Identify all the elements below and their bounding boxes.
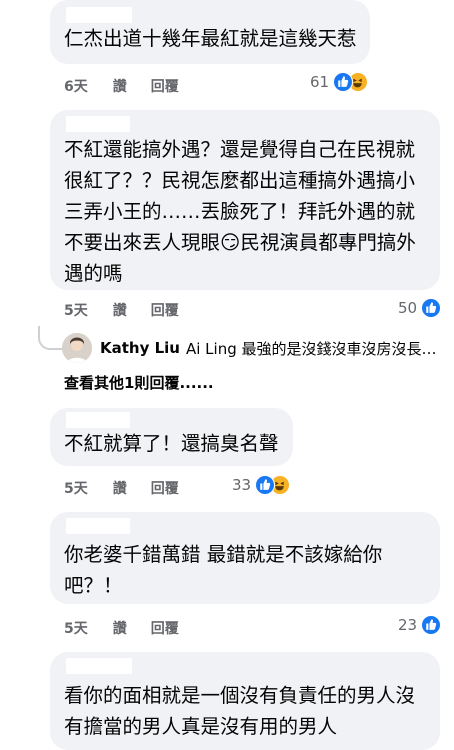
like-button[interactable]: 讚 <box>113 76 127 96</box>
comment-bubble: 你老婆千錯萬錯 最錯就是不該嫁給你 吧？！ <box>50 512 440 604</box>
redacted-author <box>66 7 132 23</box>
comment-time[interactable]: 5天 <box>64 618 88 638</box>
reaction-count: 33 <box>232 476 252 494</box>
reaction-summary[interactable]: 23 <box>398 615 442 635</box>
reply-preview[interactable]: Kathy Liu Ai Ling 最強的是沒錢沒車沒房沒長… <box>62 333 437 363</box>
comment-bubble: 不紅就算了！還搞臭名聲 <box>50 408 293 466</box>
comment-text: 看你的面相就是一個沒有負責任的男人沒 有擔當的男人真是沒有用的男人 <box>64 684 416 738</box>
comment-meta: 5天 讚 回覆 <box>64 618 179 638</box>
comment-meta: 5天 讚 回覆 <box>64 478 179 498</box>
comment-text: 不紅還能搞外遇？還是覺得自己在民視就 很紅了？？民視怎麼都出這種搞外遇搞小 三弄… <box>64 138 416 285</box>
redacted-author <box>66 518 130 534</box>
redacted-author <box>66 412 130 428</box>
comment-bubble: 看你的面相就是一個沒有負責任的男人沒 有擔當的男人真是沒有用的男人 <box>50 652 440 750</box>
comment-meta: 6天 讚 回覆 <box>64 76 179 96</box>
like-button[interactable]: 讚 <box>113 300 127 320</box>
reaction-count: 50 <box>398 299 418 317</box>
like-button[interactable]: 讚 <box>113 478 127 498</box>
comment-text: 你老婆千錯萬錯 最錯就是不該嫁給你 吧？！ <box>64 543 383 597</box>
reply-button[interactable]: 回覆 <box>151 76 179 96</box>
reply-button[interactable]: 回覆 <box>151 478 179 498</box>
view-more-replies-link[interactable]: 查看其他1則回覆...... <box>64 372 214 393</box>
reply-text: Ai Ling 最強的是沒錢沒車沒房沒長… <box>185 339 437 358</box>
like-reaction-icon <box>421 615 442 635</box>
reaction-summary[interactable]: 33 <box>232 475 291 495</box>
reaction-summary[interactable]: 50 <box>398 298 442 318</box>
redacted-author <box>66 116 130 132</box>
reply-author[interactable]: Kathy Liu <box>100 339 180 357</box>
comment-time[interactable]: 5天 <box>64 478 88 498</box>
comment-text: 不紅就算了！還搞臭名聲 <box>64 432 279 455</box>
reaction-count: 61 <box>310 73 330 91</box>
comment-time[interactable]: 6天 <box>64 76 88 96</box>
like-reaction-icon <box>421 298 442 318</box>
comment-bubble: 仁杰出道十幾年最紅就是這幾天惹 <box>50 0 370 64</box>
redacted-author <box>66 658 132 674</box>
reply-button[interactable]: 回覆 <box>151 618 179 638</box>
avatar[interactable] <box>62 333 92 363</box>
reply-button[interactable]: 回覆 <box>151 300 179 320</box>
like-reaction-icon <box>255 475 276 495</box>
comment-bubble: 不紅還能搞外遇？還是覺得自己在民視就 很紅了？？民視怎麼都出這種搞外遇搞小 三弄… <box>50 110 440 290</box>
reaction-summary[interactable]: 61 <box>310 72 369 92</box>
like-reaction-icon <box>333 72 354 92</box>
comment-meta: 5天 讚 回覆 <box>64 300 179 320</box>
comment-text: 仁杰出道十幾年最紅就是這幾天惹 <box>64 27 357 50</box>
comment-time[interactable]: 5天 <box>64 300 88 320</box>
like-button[interactable]: 讚 <box>113 618 127 638</box>
reaction-count: 23 <box>398 616 418 634</box>
